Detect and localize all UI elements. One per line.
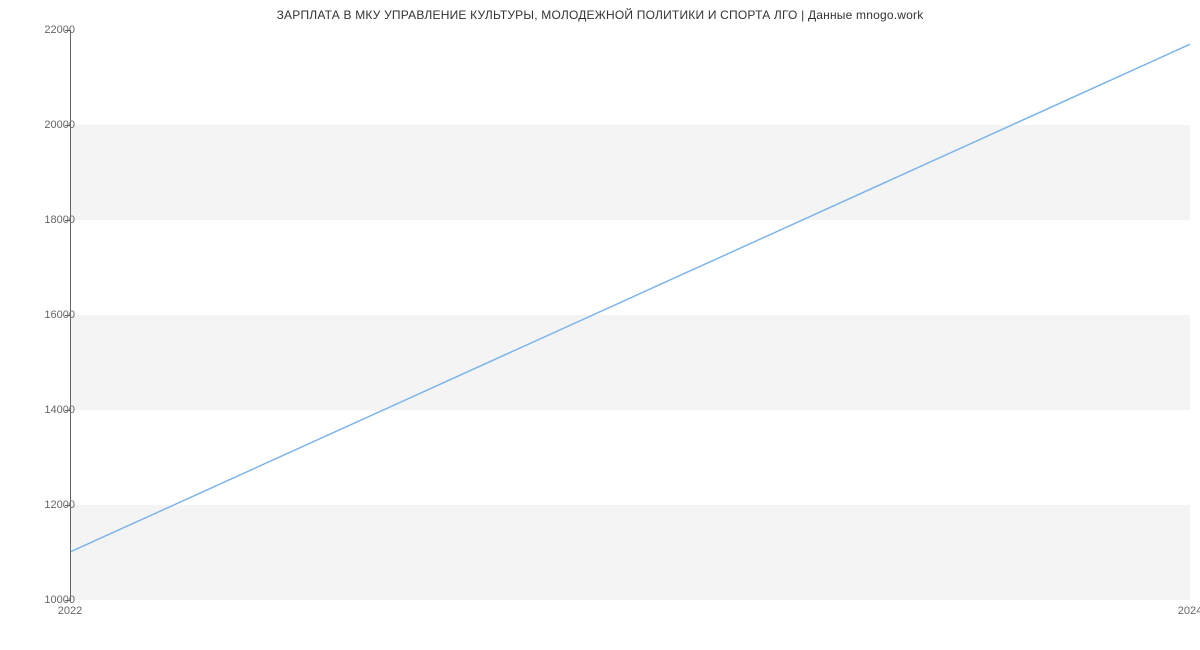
line-series-layer [71, 30, 1190, 599]
x-tick-label: 2024 [1178, 605, 1200, 617]
plot-area [70, 30, 1190, 600]
series-line-salary [71, 44, 1190, 551]
chart-container: ЗАРПЛАТА В МКУ УПРАВЛЕНИЕ КУЛЬТУРЫ, МОЛО… [0, 0, 1200, 650]
chart-title: ЗАРПЛАТА В МКУ УПРАВЛЕНИЕ КУЛЬТУРЫ, МОЛО… [0, 8, 1200, 22]
y-tick-label: 12000 [15, 499, 75, 511]
x-tick-label: 2022 [58, 605, 82, 617]
y-tick-label: 20000 [15, 119, 75, 131]
y-tick-label: 16000 [15, 309, 75, 321]
y-tick-label: 22000 [15, 24, 75, 36]
y-tick-label: 18000 [15, 214, 75, 226]
y-tick-label: 14000 [15, 404, 75, 416]
